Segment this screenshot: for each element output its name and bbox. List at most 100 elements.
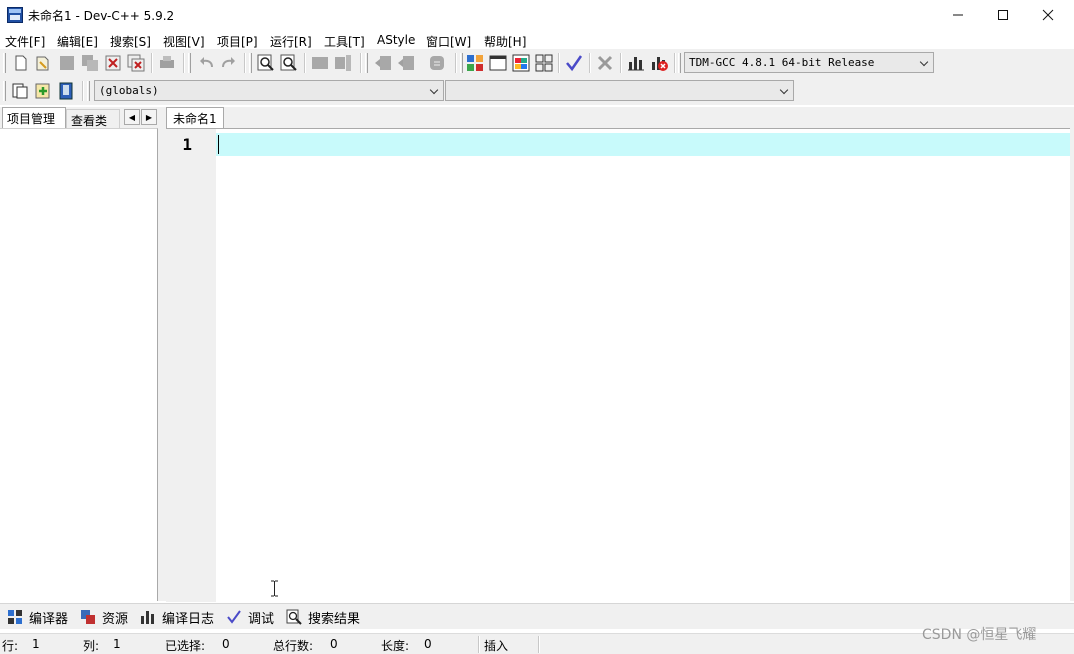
status-row-label: 行: bbox=[2, 639, 19, 653]
scope-select[interactable]: (globals) bbox=[94, 80, 444, 101]
toolbar-grip[interactable] bbox=[249, 53, 252, 73]
menu-tools[interactable]: 工具[T] bbox=[324, 33, 365, 50]
add-to-project-icon[interactable] bbox=[33, 81, 53, 101]
code-editor[interactable]: 1 bbox=[166, 128, 1070, 602]
compiler-select[interactable]: TDM-GCC 4.8.1 64-bit Release bbox=[684, 52, 934, 73]
open-file-icon[interactable] bbox=[33, 53, 53, 73]
tab-resources[interactable]: 资源 bbox=[80, 606, 128, 628]
goto-function-icon bbox=[335, 55, 351, 71]
status-insert-mode: 插入 bbox=[484, 639, 509, 653]
redo-icon bbox=[222, 57, 235, 68]
toolbar-grip[interactable] bbox=[3, 53, 6, 73]
status-separator bbox=[538, 636, 540, 653]
new-file-icon[interactable] bbox=[11, 53, 31, 73]
function-select[interactable] bbox=[445, 80, 794, 101]
minimize-button[interactable] bbox=[935, 0, 981, 30]
tab-class-browser[interactable]: 查看类 bbox=[66, 109, 120, 128]
ibeam-cursor-icon bbox=[271, 580, 278, 597]
watermark: CSDN @恒星飞耀 bbox=[922, 627, 1037, 643]
resources-icon bbox=[81, 610, 95, 624]
editor-tab[interactable]: 未命名1 bbox=[166, 107, 224, 128]
tab-resources-label: 资源 bbox=[102, 611, 129, 627]
menu-bar: 文件[F] 编辑[E] 搜索[S] 视图[V] 项目[P] 运行[R] 工具[T… bbox=[0, 30, 1074, 50]
close-file-icon[interactable] bbox=[103, 53, 123, 73]
toolbar-separator bbox=[360, 53, 362, 73]
tab-debug[interactable]: 调试 bbox=[226, 606, 274, 628]
editor-area: 未命名1 1 bbox=[164, 107, 1074, 602]
toolbar-grip[interactable] bbox=[460, 53, 463, 73]
new-project-icon[interactable] bbox=[10, 81, 30, 101]
menu-project[interactable]: 项目[P] bbox=[217, 33, 258, 50]
toolbar-grip[interactable] bbox=[678, 53, 681, 73]
delete-profile-icon[interactable] bbox=[649, 53, 669, 73]
left-panel-tabs: 项目管理 查看类 ◀ ▶ bbox=[0, 107, 160, 128]
find-icon[interactable] bbox=[256, 53, 276, 73]
profile-icon[interactable] bbox=[626, 53, 646, 73]
status-length-label: 长度: bbox=[381, 639, 410, 653]
devcpp-app-icon[interactable] bbox=[7, 7, 23, 23]
menu-window[interactable]: 窗口[W] bbox=[426, 33, 471, 50]
indent-right-icon bbox=[398, 56, 414, 70]
save-all-icon bbox=[82, 55, 98, 71]
main-toolbar: TDM-GCC 4.8.1 64-bit Release bbox=[0, 49, 1074, 77]
stop-execution-icon bbox=[597, 55, 613, 71]
menu-edit[interactable]: 编辑[E] bbox=[57, 33, 98, 50]
toolbar-separator bbox=[620, 53, 622, 73]
toolbar-separator bbox=[589, 53, 591, 73]
menu-file[interactable]: 文件[F] bbox=[5, 33, 45, 50]
tab-scroll-left-button[interactable]: ◀ bbox=[124, 109, 140, 125]
menu-search[interactable]: 搜索[S] bbox=[110, 33, 151, 50]
status-selected-value: 0 bbox=[222, 637, 230, 651]
chevron-down-icon bbox=[779, 85, 789, 95]
text-caret bbox=[218, 135, 219, 154]
status-col-value: 1 bbox=[113, 637, 121, 651]
check-icon bbox=[227, 610, 241, 624]
grid-icon bbox=[8, 610, 22, 624]
compile-run-icon[interactable] bbox=[511, 53, 531, 73]
menu-astyle[interactable]: AStyle bbox=[377, 33, 415, 47]
run-icon[interactable] bbox=[488, 53, 508, 73]
status-selected-label: 已选择: bbox=[165, 639, 206, 653]
toolbar-grip[interactable] bbox=[87, 81, 90, 101]
maximize-button[interactable] bbox=[980, 0, 1026, 30]
tab-scroll-right-button[interactable]: ▶ bbox=[141, 109, 157, 125]
tab-search-results[interactable]: 搜索结果 bbox=[286, 606, 360, 628]
compiler-select-value: TDM-GCC 4.8.1 64-bit Release bbox=[689, 56, 875, 69]
toolbar-separator bbox=[151, 53, 153, 73]
close-all-icon[interactable] bbox=[126, 53, 146, 73]
status-total-lines-value: 0 bbox=[330, 637, 338, 651]
menu-run[interactable]: 运行[R] bbox=[270, 33, 312, 50]
scope-select-value: (globals) bbox=[99, 84, 159, 97]
indent-left-icon bbox=[375, 56, 391, 70]
menu-view[interactable]: 视图[V] bbox=[163, 33, 205, 50]
tab-compiler[interactable]: 编译器 bbox=[7, 606, 68, 628]
status-length-value: 0 bbox=[424, 637, 432, 651]
tab-compile-log[interactable]: 编译日志 bbox=[140, 606, 214, 628]
toolbar-grip[interactable] bbox=[365, 53, 368, 73]
close-icon bbox=[1042, 9, 1054, 21]
rebuild-all-icon[interactable] bbox=[534, 53, 554, 73]
menu-help[interactable]: 帮助[H] bbox=[484, 33, 526, 50]
toolbar-grip[interactable] bbox=[188, 53, 191, 73]
close-button[interactable] bbox=[1025, 0, 1071, 30]
current-line-highlight bbox=[216, 133, 1070, 156]
tab-search-results-label: 搜索结果 bbox=[308, 611, 361, 627]
line-number-gutter: 1 bbox=[166, 129, 216, 602]
goto-line-icon bbox=[312, 57, 328, 69]
tab-debug-label: 调试 bbox=[248, 611, 275, 627]
project-options-icon[interactable] bbox=[56, 81, 76, 101]
compile-icon[interactable] bbox=[465, 53, 485, 73]
toggle-comment-icon bbox=[430, 56, 444, 70]
tab-project-manager[interactable]: 项目管理 bbox=[2, 107, 66, 128]
toolbar-grip[interactable] bbox=[3, 81, 6, 101]
search-doc-icon bbox=[286, 609, 302, 625]
bottom-panel-tabs: 编译器 资源 编译日志 调试 搜索结果 bbox=[0, 603, 1074, 629]
project-tree[interactable] bbox=[0, 128, 158, 601]
tab-compile-log-label: 编译日志 bbox=[162, 611, 215, 627]
replace-icon[interactable] bbox=[279, 53, 299, 73]
print-icon bbox=[160, 56, 174, 68]
debug-check-icon[interactable] bbox=[564, 53, 584, 73]
status-separator bbox=[478, 636, 480, 653]
status-col-label: 列: bbox=[83, 639, 100, 653]
line-number: 1 bbox=[182, 135, 192, 154]
